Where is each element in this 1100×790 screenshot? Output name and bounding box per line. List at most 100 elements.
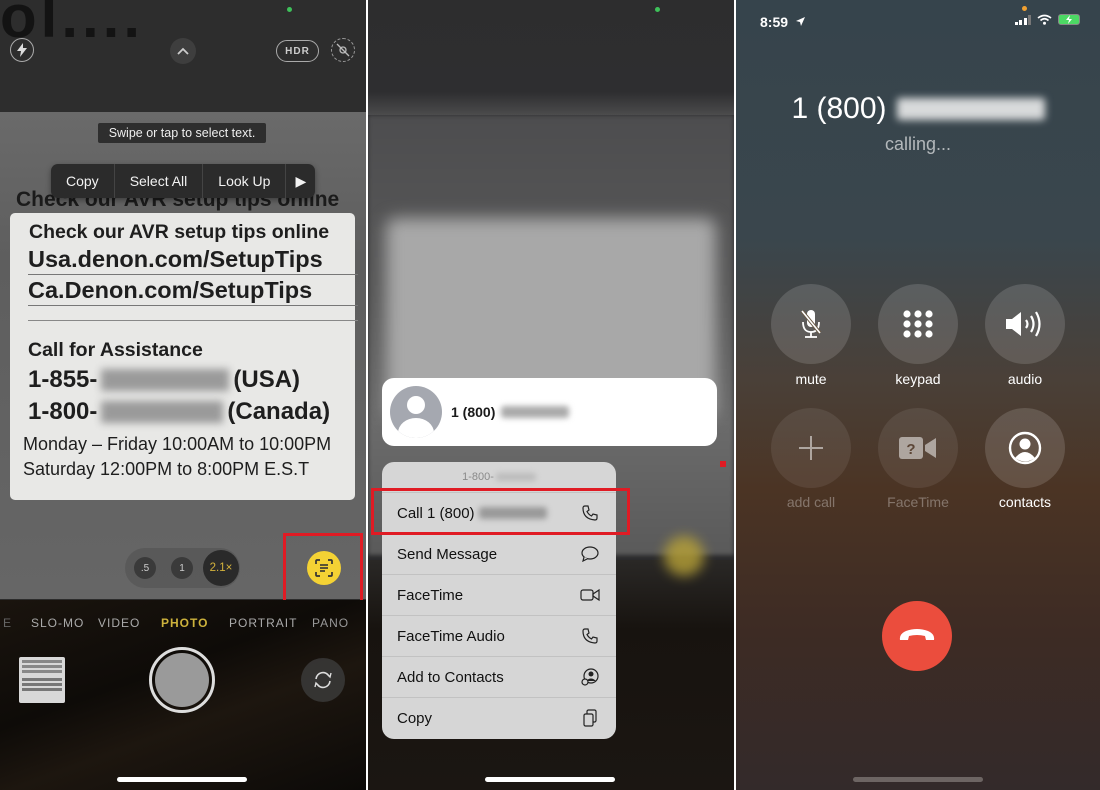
facetime-button[interactable]: ? bbox=[878, 408, 958, 488]
more-arrow-icon[interactable]: ▶ bbox=[286, 164, 315, 198]
time: 8:59 bbox=[760, 14, 789, 30]
contacts-label: contacts bbox=[998, 494, 1052, 510]
divider bbox=[28, 320, 358, 321]
mode-photo[interactable]: PHOTO bbox=[161, 616, 208, 630]
camera-panel: ol.... HDR Swipe or tap to select text. … bbox=[0, 0, 366, 790]
menu-item-send-message[interactable]: Send Message bbox=[382, 533, 616, 574]
context-menu-panel: 1 (800) 1-800- Call 1 (800) Send Message… bbox=[368, 0, 734, 790]
mode-pano[interactable]: PANO bbox=[312, 616, 349, 630]
redacted-number bbox=[101, 401, 224, 423]
highlight-box bbox=[283, 533, 363, 605]
add-contact-icon bbox=[580, 667, 600, 687]
mic-slash-icon bbox=[800, 309, 822, 338]
last-photo-thumbnail[interactable] bbox=[19, 657, 65, 703]
contact-number-prefix: 1 (800) bbox=[451, 404, 496, 420]
avatar bbox=[390, 386, 442, 438]
flip-camera-button[interactable] bbox=[301, 658, 345, 702]
cellular-signal-icon bbox=[1014, 14, 1031, 25]
audio-label: audio bbox=[1007, 371, 1043, 387]
chevron-up-icon bbox=[177, 47, 189, 55]
phone-icon bbox=[580, 626, 600, 646]
copy-menu-item[interactable]: Copy bbox=[51, 164, 115, 198]
hours-saturday: Saturday 12:00PM to 8:00PM E.S.T bbox=[23, 459, 310, 479]
copy-icon bbox=[580, 708, 600, 728]
menu-header-number: 1-800- bbox=[462, 471, 494, 483]
hours-weekday: Monday – Friday 10:00AM to 10:00PM bbox=[23, 434, 332, 454]
phone-canada-prefix: 1-800- bbox=[28, 398, 98, 425]
phone-usa[interactable]: 1-855- (USA) bbox=[28, 366, 355, 394]
keypad-button[interactable] bbox=[878, 284, 958, 364]
menu-item-label: FaceTime Audio bbox=[397, 627, 505, 645]
message-icon bbox=[580, 544, 600, 564]
redacted-number bbox=[101, 369, 230, 391]
zoom-0-5-button[interactable]: .5 bbox=[134, 557, 156, 579]
phone-usa-prefix: 1-855- bbox=[28, 366, 98, 393]
shutter-button[interactable] bbox=[149, 647, 215, 713]
contacts-button[interactable] bbox=[985, 408, 1065, 488]
contact-number: 1 (800) bbox=[451, 404, 570, 420]
contact-preview[interactable]: 1 (800) bbox=[382, 378, 717, 446]
marker bbox=[720, 461, 726, 467]
menu-item-label: Send Message bbox=[397, 545, 498, 563]
contacts-icon bbox=[1008, 431, 1042, 465]
mute-label: mute bbox=[795, 371, 827, 387]
redacted-number bbox=[501, 406, 570, 418]
mode-slo-mo[interactable]: SLO-MO bbox=[31, 616, 84, 630]
caller-number: 1 (800) bbox=[736, 92, 1100, 126]
status-time: 8:59 bbox=[760, 14, 806, 30]
facetime-icon: ? bbox=[899, 437, 936, 459]
keypad-icon bbox=[903, 310, 933, 338]
live-photo-button[interactable] bbox=[331, 38, 355, 62]
phone-hang-up-icon bbox=[899, 629, 935, 640]
detected-text-card[interactable]: Check our AVR setup tips online Usa.deno… bbox=[10, 213, 358, 500]
menu-item-add-to-contacts[interactable]: Add to Contacts bbox=[382, 656, 616, 697]
battery-charging-icon bbox=[1058, 14, 1080, 25]
menu-item-label: Copy bbox=[397, 709, 433, 727]
phone-canada-suffix: (Canada) bbox=[227, 398, 331, 425]
home-indicator[interactable] bbox=[853, 777, 983, 782]
blurred-live-text-button bbox=[664, 536, 704, 576]
live-text-hint: Swipe or tap to select text. bbox=[98, 123, 266, 143]
expand-controls-button[interactable] bbox=[170, 38, 196, 64]
flash-button[interactable] bbox=[10, 38, 34, 62]
blurred-background bbox=[368, 0, 734, 115]
redacted-number bbox=[896, 98, 1045, 120]
select-all-menu-item[interactable]: Select All bbox=[115, 164, 204, 198]
zoom-2-1-button[interactable]: 2.1× bbox=[203, 550, 239, 586]
menu-item-label: Add to Contacts bbox=[397, 668, 504, 686]
hdr-button[interactable]: HDR bbox=[276, 40, 319, 62]
zoom-1-button[interactable]: 1 bbox=[171, 557, 193, 579]
menu-item-copy[interactable]: Copy bbox=[382, 697, 616, 738]
call-panel: 8:59 1 (800) calling... mute keypad audi… bbox=[736, 0, 1100, 790]
audio-button[interactable] bbox=[985, 284, 1065, 364]
mode-time-lapse[interactable]: E bbox=[3, 616, 12, 630]
mode-portrait[interactable]: PORTRAIT bbox=[229, 616, 297, 630]
home-indicator[interactable] bbox=[485, 777, 615, 782]
redacted-number bbox=[495, 473, 536, 481]
home-indicator[interactable] bbox=[117, 777, 247, 782]
look-up-menu-item[interactable]: Look Up bbox=[203, 164, 287, 198]
camera-in-use-indicator bbox=[287, 7, 292, 12]
keypad-label: keypad bbox=[895, 371, 941, 387]
mute-button[interactable] bbox=[771, 284, 851, 364]
menu-item-facetime[interactable]: FaceTime bbox=[382, 574, 616, 615]
flash-icon bbox=[17, 43, 27, 57]
status-icons bbox=[1014, 14, 1080, 25]
card-url-usa[interactable]: Usa.denon.com/SetupTips bbox=[28, 246, 358, 275]
camera-flip-icon bbox=[314, 671, 332, 689]
card-url-canada[interactable]: Ca.Denon.com/SetupTips bbox=[28, 277, 358, 306]
camera-in-use-indicator bbox=[655, 7, 660, 12]
live-photo-off-icon bbox=[336, 43, 350, 57]
location-icon bbox=[795, 17, 805, 26]
mode-video[interactable]: VIDEO bbox=[98, 616, 140, 630]
speaker-icon bbox=[1006, 311, 1041, 337]
menu-item-facetime-audio[interactable]: FaceTime Audio bbox=[382, 615, 616, 656]
text-edit-menu: Copy Select All Look Up ▶ bbox=[51, 164, 316, 198]
add-call-button[interactable] bbox=[771, 408, 851, 488]
video-camera-icon bbox=[580, 585, 600, 605]
card-line: Check our AVR setup tips online bbox=[29, 221, 330, 243]
card-heading: Call for Assistance bbox=[28, 339, 203, 361]
end-call-button[interactable] bbox=[882, 601, 952, 671]
phone-canada[interactable]: 1-800- (Canada) bbox=[28, 398, 355, 426]
menu-item-label: FaceTime bbox=[397, 586, 464, 604]
